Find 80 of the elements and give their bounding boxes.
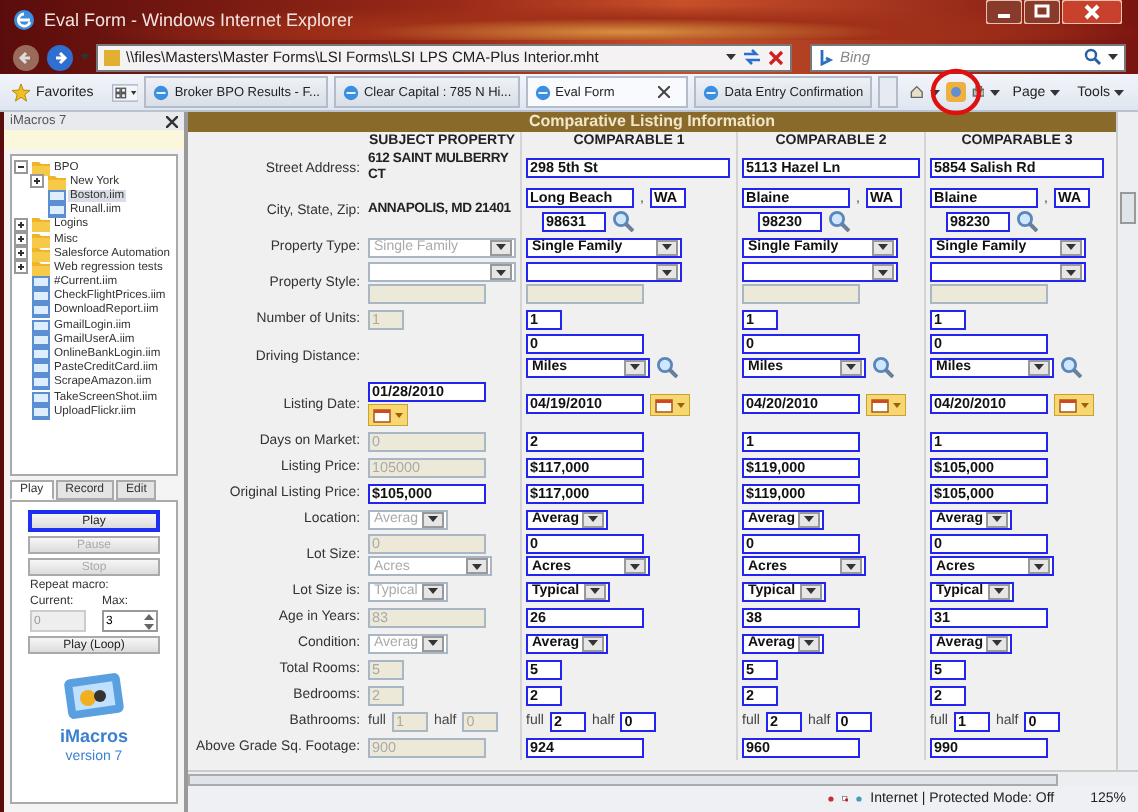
stop-icon[interactable] — [768, 49, 784, 65]
expander[interactable] — [14, 246, 30, 261]
search-icon[interactable] — [828, 210, 850, 232]
caret-icon — [1108, 54, 1118, 60]
back-button[interactable] — [12, 43, 40, 71]
forward-button[interactable] — [46, 43, 74, 71]
expander[interactable] — [14, 160, 30, 175]
caret-icon — [726, 54, 736, 60]
dropdown[interactable] — [930, 262, 1086, 282]
caret-icon — [990, 89, 1001, 95]
caret-icon — [589, 588, 600, 594]
expander[interactable] — [30, 174, 46, 189]
logo-text: iMacros — [59, 726, 128, 746]
folder-icon — [32, 231, 50, 248]
caret-icon — [1066, 269, 1076, 275]
caret-icon — [588, 640, 599, 646]
caret-icon — [1034, 563, 1044, 569]
caret-icon — [1066, 244, 1076, 250]
close-button[interactable] — [1062, 0, 1122, 24]
close-icon[interactable] — [658, 86, 671, 98]
search-icon[interactable] — [872, 356, 894, 378]
refresh-icon[interactable] — [742, 48, 762, 66]
expander[interactable] — [14, 232, 30, 247]
caret-icon — [878, 269, 888, 275]
caret-icon — [428, 640, 439, 646]
expander[interactable] — [14, 217, 30, 232]
minimize-button[interactable] — [986, 0, 1022, 24]
caret-icon — [1114, 89, 1124, 95]
expander[interactable] — [14, 260, 30, 275]
section-banner: Comparative Listing Information — [188, 112, 1116, 132]
caret-icon — [929, 89, 940, 95]
calendar-icon[interactable] — [650, 393, 690, 415]
dropdown[interactable] — [526, 262, 682, 282]
caret-icon — [630, 563, 640, 569]
folder-icon — [32, 216, 50, 233]
home-icon[interactable] — [909, 82, 924, 102]
caret-icon — [846, 364, 856, 370]
search-icon[interactable] — [1084, 48, 1102, 66]
caret-icon — [472, 563, 482, 569]
caret-icon — [427, 588, 438, 594]
scrollbar[interactable] — [1116, 112, 1138, 770]
dropdown[interactable] — [742, 262, 898, 282]
caret-icon — [846, 563, 856, 569]
folder-icon — [48, 173, 66, 190]
search-icon[interactable] — [612, 210, 634, 232]
caret-icon — [804, 640, 815, 646]
feed-icon[interactable] — [945, 82, 966, 102]
caret-icon — [496, 244, 506, 250]
print-icon[interactable] — [971, 82, 985, 102]
caret-icon — [878, 244, 888, 250]
caret-icon — [992, 516, 1003, 522]
caret-icon — [804, 516, 815, 522]
calendar-icon[interactable] — [368, 404, 408, 426]
caret-icon — [1034, 364, 1044, 370]
close-icon[interactable] — [166, 115, 178, 127]
maximize-button[interactable] — [1024, 0, 1060, 24]
quick-tabs-icon[interactable] — [111, 79, 139, 105]
scrollbar[interactable] — [188, 770, 1138, 786]
caret-icon — [992, 640, 1003, 646]
caret-icon — [630, 364, 640, 370]
caret-icon — [662, 244, 672, 250]
star-icon — [12, 83, 30, 101]
search-icon[interactable] — [1016, 210, 1038, 232]
folder-icon — [32, 159, 50, 176]
calendar-icon[interactable] — [1054, 393, 1094, 415]
search-icon[interactable] — [656, 356, 678, 378]
annotation-circle — [929, 68, 982, 116]
window-title: Eval Form - Windows Internet Explorer — [44, 10, 354, 30]
caret-icon — [496, 269, 506, 275]
caret-icon — [993, 588, 1004, 594]
caret-icon — [805, 588, 816, 594]
caret-icon — [428, 516, 439, 522]
search-engine-icon — [818, 49, 834, 65]
search-icon[interactable] — [1060, 356, 1082, 378]
caret-icon — [662, 269, 672, 275]
caret-icon — [588, 516, 599, 522]
caret-icon — [80, 54, 90, 60]
calendar-icon[interactable] — [866, 393, 906, 415]
caret-icon — [1049, 89, 1060, 95]
spinner-icon[interactable] — [144, 613, 154, 629]
